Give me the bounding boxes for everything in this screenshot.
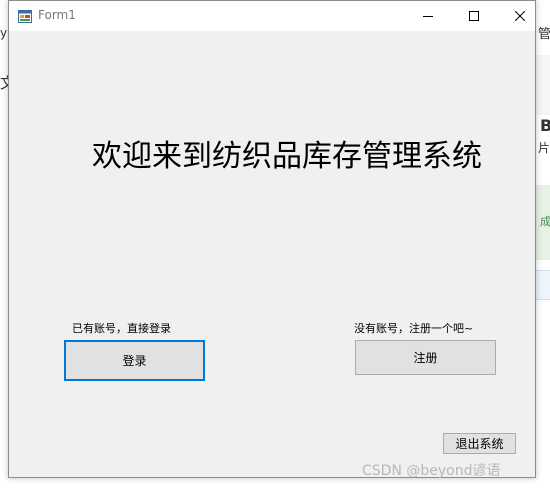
login-hint-label: 已有账号，直接登录 (72, 322, 171, 335)
maximize-button[interactable] (451, 1, 497, 31)
exit-system-button[interactable]: 退出系统 (443, 433, 516, 454)
title-bar[interactable]: Form1 (9, 1, 535, 31)
background-fragment-cheng: 成 (540, 215, 550, 228)
close-button[interactable] (497, 1, 543, 31)
welcome-title: 欢迎来到纺织品库存管理系统 (92, 139, 482, 174)
form-window: Form1 欢迎来到纺织品库存管理系统 已有账号，直接登录 没有账号，注册一个吧… (8, 0, 536, 478)
register-hint-label: 没有账号，注册一个吧~ (354, 322, 474, 335)
window-title: Form1 (38, 8, 76, 22)
close-icon (515, 11, 525, 21)
login-button[interactable]: 登录 (64, 340, 205, 381)
form-client-area: 欢迎来到纺织品库存管理系统 已有账号，直接登录 没有账号，注册一个吧~ 登录 注… (9, 31, 535, 477)
background-selected-row (536, 270, 550, 300)
minimize-button[interactable] (405, 1, 451, 31)
screen: y 文 管 B 片 成 Form1 欢迎来到纺织品库存管理系统 已有账号，直接登… (0, 0, 550, 489)
background-fragment-y: y (0, 26, 8, 40)
minimize-icon (423, 16, 433, 17)
register-button[interactable]: 注册 (355, 340, 496, 375)
maximize-icon (469, 11, 479, 21)
winforms-app-icon (18, 10, 32, 23)
background-fragment-wen: 文 (0, 74, 8, 92)
csdn-watermark: CSDN @beyond谚语 (362, 463, 501, 479)
background-panel (536, 55, 550, 115)
